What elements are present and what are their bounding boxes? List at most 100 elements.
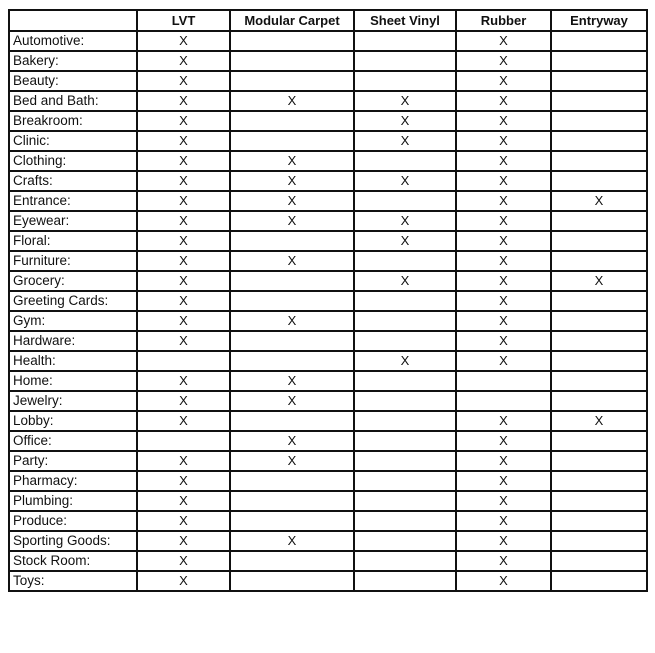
cell-sheet-vinyl <box>353 290 457 312</box>
cell-modular-carpet: X <box>229 150 355 172</box>
cell-sheet-vinyl: X <box>353 130 457 152</box>
row-label: Health: <box>8 350 138 372</box>
cell-modular-carpet <box>229 470 355 492</box>
cell-rubber: X <box>455 90 552 112</box>
cell-entryway <box>550 390 648 412</box>
cell-lvt: X <box>136 110 231 132</box>
table-row: Party: X X X <box>8 450 648 472</box>
cell-rubber: X <box>455 130 552 152</box>
cell-modular-carpet <box>229 30 355 52</box>
cell-entryway <box>550 250 648 272</box>
cell-lvt: X <box>136 90 231 112</box>
cell-rubber: X <box>455 450 552 472</box>
table-row: Gym: X X X <box>8 310 648 332</box>
cell-sheet-vinyl <box>353 190 457 212</box>
cell-rubber: X <box>455 470 552 492</box>
cell-lvt: X <box>136 510 231 532</box>
cell-entryway <box>550 510 648 532</box>
row-label: Eyewear: <box>8 210 138 232</box>
table-row: Produce: X X <box>8 510 648 532</box>
cell-lvt <box>136 350 231 372</box>
cell-entryway <box>550 330 648 352</box>
cell-lvt: X <box>136 290 231 312</box>
cell-lvt: X <box>136 530 231 552</box>
cell-rubber: X <box>455 550 552 572</box>
cell-entryway <box>550 530 648 552</box>
row-label: Jewelry: <box>8 390 138 412</box>
cell-sheet-vinyl: X <box>353 90 457 112</box>
row-label: Home: <box>8 370 138 392</box>
cell-sheet-vinyl: X <box>353 350 457 372</box>
table-row: Floral: X X X <box>8 230 648 252</box>
cell-modular-carpet <box>229 550 355 572</box>
cell-rubber: X <box>455 270 552 292</box>
table-row: Greeting Cards: X X <box>8 290 648 312</box>
cell-sheet-vinyl <box>353 30 457 52</box>
cell-entryway: X <box>550 270 648 292</box>
cell-modular-carpet: X <box>229 530 355 552</box>
cell-sheet-vinyl <box>353 530 457 552</box>
cell-rubber: X <box>455 190 552 212</box>
cell-modular-carpet: X <box>229 90 355 112</box>
cell-rubber: X <box>455 310 552 332</box>
row-label: Greeting Cards: <box>8 290 138 312</box>
table-row: Lobby: X X X <box>8 410 648 432</box>
cell-modular-carpet <box>229 130 355 152</box>
cell-lvt: X <box>136 170 231 192</box>
table-row: Furniture: X X X <box>8 250 648 272</box>
row-label: Lobby: <box>8 410 138 432</box>
row-label: Clothing: <box>8 150 138 172</box>
flooring-application-table: LVT Modular Carpet Sheet Vinyl Rubber En… <box>8 9 648 592</box>
cell-lvt: X <box>136 550 231 572</box>
cell-rubber: X <box>455 70 552 92</box>
table-row: Office: X X <box>8 430 648 452</box>
row-label: Bakery: <box>8 50 138 72</box>
cell-modular-carpet <box>229 70 355 92</box>
row-label: Produce: <box>8 510 138 532</box>
cell-entryway <box>550 290 648 312</box>
cell-sheet-vinyl <box>353 510 457 532</box>
cell-modular-carpet <box>229 50 355 72</box>
cell-rubber: X <box>455 430 552 452</box>
cell-lvt: X <box>136 50 231 72</box>
cell-entryway <box>550 550 648 572</box>
cell-lvt: X <box>136 470 231 492</box>
cell-rubber: X <box>455 570 552 592</box>
row-label: Bed and Bath: <box>8 90 138 112</box>
cell-modular-carpet: X <box>229 190 355 212</box>
cell-lvt: X <box>136 370 231 392</box>
table-row: Clothing: X X X <box>8 150 648 172</box>
cell-entryway <box>550 30 648 52</box>
cell-sheet-vinyl <box>353 150 457 172</box>
cell-sheet-vinyl <box>353 430 457 452</box>
table-row: Sporting Goods: X X X <box>8 530 648 552</box>
column-header-modular-carpet: Modular Carpet <box>229 9 355 32</box>
table-row: Toys: X X <box>8 570 648 592</box>
cell-lvt: X <box>136 70 231 92</box>
cell-modular-carpet <box>229 510 355 532</box>
row-label: Beauty: <box>8 70 138 92</box>
cell-modular-carpet: X <box>229 390 355 412</box>
cell-entryway <box>550 470 648 492</box>
cell-entryway: X <box>550 410 648 432</box>
cell-modular-carpet: X <box>229 210 355 232</box>
row-label: Clinic: <box>8 130 138 152</box>
row-label: Crafts: <box>8 170 138 192</box>
table-body: Automotive: X X Bakery: X X Beauty: X X Bed and B… <box>8 30 648 592</box>
cell-sheet-vinyl <box>353 370 457 392</box>
cell-entryway <box>550 50 648 72</box>
cell-entryway <box>550 130 648 152</box>
table-row: Breakroom: X X X <box>8 110 648 132</box>
cell-rubber: X <box>455 530 552 552</box>
row-label: Toys: <box>8 570 138 592</box>
cell-modular-carpet <box>229 410 355 432</box>
table-row: Crafts: X X X X <box>8 170 648 192</box>
row-label: Grocery: <box>8 270 138 292</box>
cell-lvt: X <box>136 150 231 172</box>
cell-sheet-vinyl <box>353 550 457 572</box>
row-label: Hardware: <box>8 330 138 352</box>
table-row: Eyewear: X X X X <box>8 210 648 232</box>
cell-entryway <box>550 90 648 112</box>
cell-sheet-vinyl <box>353 390 457 412</box>
cell-lvt: X <box>136 310 231 332</box>
